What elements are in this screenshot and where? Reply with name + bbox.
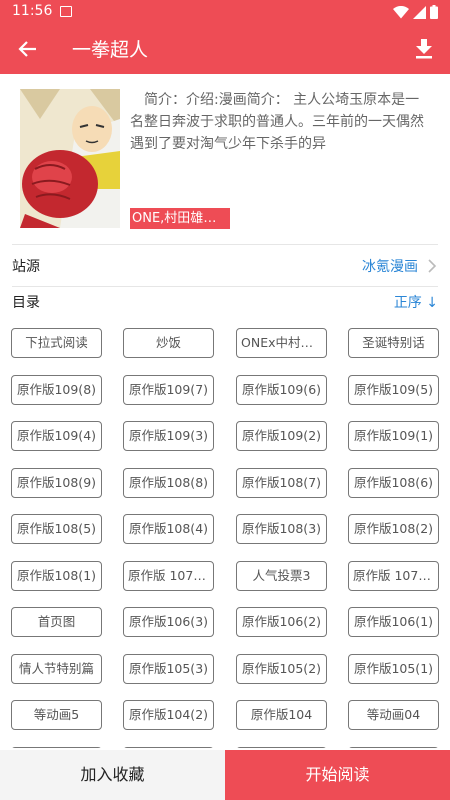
chapter-button[interactable]: 原作版109(4): [11, 421, 102, 451]
chapter-button[interactable]: 原作版108(6): [348, 468, 439, 498]
image-icon: [60, 6, 72, 17]
chapter-button[interactable]: 原作版108(3): [236, 514, 327, 544]
bottom-bar: 加入收藏 开始阅读: [0, 750, 450, 800]
source-value[interactable]: 冰氪漫画: [362, 256, 418, 276]
chapter-grid: 下拉式阅读 炒饭 ONEx中村光... 圣诞特别话原作版109(8) 原作版109(7)…: [11, 328, 441, 748]
app-bar: 一拳超人: [0, 24, 450, 74]
divider: [12, 244, 438, 245]
cover-image[interactable]: [20, 89, 120, 228]
author-badge: ONE,村田雄介...: [130, 208, 230, 229]
chapter-button[interactable]: 原作版109(8): [11, 375, 102, 405]
chapter-button[interactable]: 原作版109(3): [123, 421, 214, 451]
battery-icon: [430, 5, 438, 19]
chapter-button[interactable]: 原作版108(2): [348, 514, 439, 544]
chapter-button[interactable]: 原作版109(2): [236, 421, 327, 451]
chapter-button[interactable]: 原作版109(7): [123, 375, 214, 405]
chapter-button[interactable]: 首页图: [11, 607, 102, 637]
chapter-button[interactable]: 圣诞特别话: [348, 328, 439, 358]
add-favorite-button[interactable]: 加入收藏: [0, 750, 225, 800]
chapter-button[interactable]: 情人节特别篇: [11, 654, 102, 684]
chapter-button[interactable]: 原作版109(5): [348, 375, 439, 405]
status-bar: 11:56: [0, 0, 450, 24]
chapter-button[interactable]: 原作版104: [236, 700, 327, 730]
chapter-button[interactable]: 原作版 107(2): [123, 561, 214, 591]
status-icons: [393, 4, 438, 20]
download-icon: [416, 39, 432, 59]
signal-icon: [413, 5, 426, 19]
chapter-button[interactable]: 原作版108(5): [11, 514, 102, 544]
start-reading-button[interactable]: 开始阅读: [225, 750, 450, 800]
chapter-button[interactable]: 原作版 107(1): [348, 561, 439, 591]
back-arrow-icon: [18, 41, 36, 57]
sort-order-toggle[interactable]: 正序 ↓: [394, 292, 438, 312]
status-time: 11:56: [12, 3, 53, 19]
wifi-icon: [393, 5, 409, 18]
chapter-button[interactable]: 原作版108(8): [123, 468, 214, 498]
chapter-button[interactable]: 原作版105(2): [236, 654, 327, 684]
chapter-button[interactable]: 原作版108(1): [11, 561, 102, 591]
download-button[interactable]: [404, 29, 444, 69]
chapter-button[interactable]: [348, 747, 439, 748]
chapter-button[interactable]: 原作版109(1): [348, 421, 439, 451]
chapter-button[interactable]: 炒饭: [123, 328, 214, 358]
chapter-button[interactable]: [123, 747, 214, 748]
chapter-button[interactable]: 原作版106(3): [123, 607, 214, 637]
chapter-button[interactable]: 原作版108(4): [123, 514, 214, 544]
chapter-button[interactable]: 原作版104(2): [123, 700, 214, 730]
cover-illustration: [20, 89, 120, 228]
chapter-button[interactable]: 原作版105(1): [348, 654, 439, 684]
back-button[interactable]: [8, 29, 48, 69]
catalog-label: 目录: [12, 295, 40, 311]
chapter-button[interactable]: 原作版108(7): [236, 468, 327, 498]
chapter-button[interactable]: [11, 747, 102, 748]
chapter-button[interactable]: 原作版105(3): [123, 654, 214, 684]
chapter-button[interactable]: [236, 747, 327, 748]
source-label: 站源: [12, 259, 40, 275]
chapter-button[interactable]: 下拉式阅读: [11, 328, 102, 358]
chapter-button[interactable]: 原作版108(9): [11, 468, 102, 498]
comic-intro: 简介：介绍:漫画简介： 主人公埼玉原本是一名整日奔波于求职的普通人。三年前的一天…: [130, 92, 424, 152]
divider: [12, 286, 438, 287]
chapter-button[interactable]: 原作版109(6): [236, 375, 327, 405]
chapter-button[interactable]: 人气投票3: [236, 561, 327, 591]
page-title: 一拳超人: [72, 39, 149, 61]
chapter-button[interactable]: 等动画04: [348, 700, 439, 730]
chapter-button[interactable]: 原作版106(1): [348, 607, 439, 637]
chapter-button[interactable]: 原作版106(2): [236, 607, 327, 637]
chapter-button[interactable]: ONEx中村光...: [236, 328, 327, 358]
chevron-right-icon: [428, 259, 437, 273]
chapter-button[interactable]: 等动画5: [11, 700, 102, 730]
